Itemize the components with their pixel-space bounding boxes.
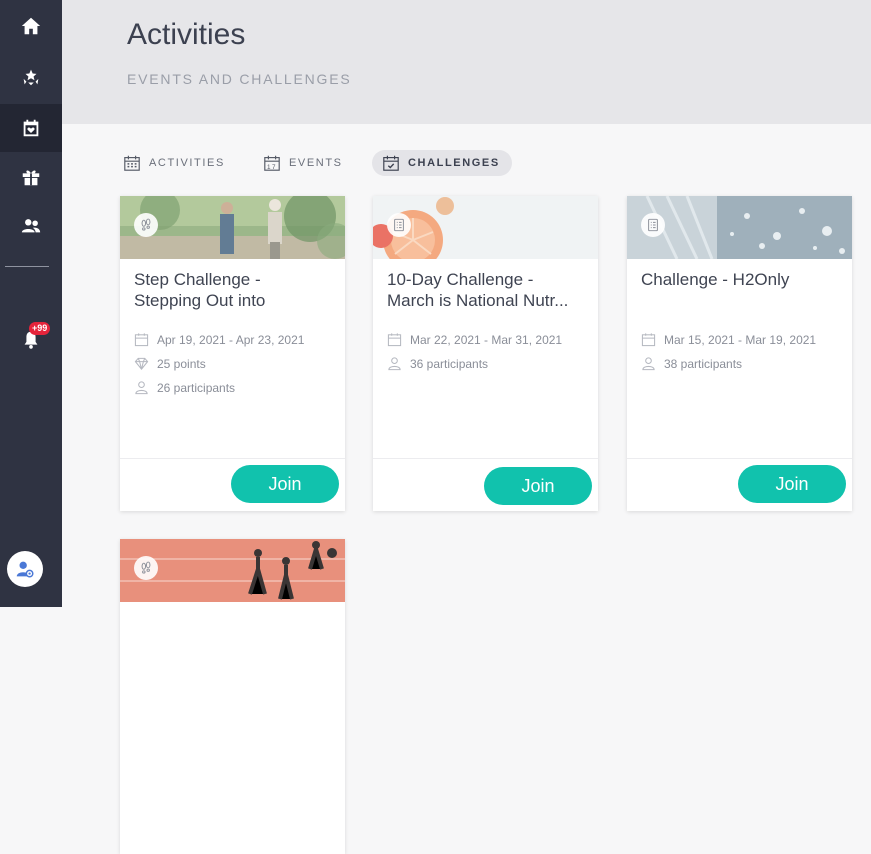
gift-icon <box>22 170 40 186</box>
tab-events-label: EVENTS <box>289 157 343 169</box>
page-title: Activities <box>127 18 246 51</box>
rewards-icon <box>23 69 39 86</box>
challenge-card[interactable] <box>120 539 345 854</box>
calendar-icon <box>387 333 402 347</box>
card-type-badge <box>134 556 158 580</box>
card-type-badge <box>387 213 411 237</box>
card-dates: Apr 19, 2021 - Apr 23, 2021 <box>134 332 304 347</box>
sidebar: +99 <box>0 0 62 607</box>
activities-icon <box>23 119 39 137</box>
footsteps-icon <box>141 218 151 231</box>
calendar-icon <box>641 333 656 347</box>
card-image <box>373 196 598 259</box>
join-button[interactable]: Join <box>231 465 339 503</box>
card-image <box>120 539 345 602</box>
card-participants: 38 participants <box>641 356 742 371</box>
challenge-card[interactable]: Challenge - H2Only Mar 15, 2021 - Mar 19… <box>627 196 852 511</box>
notification-badge: +99 <box>29 322 51 335</box>
sidebar-divider <box>5 266 49 267</box>
tab-events[interactable]: 17 EVENTS <box>263 150 343 176</box>
user-settings-icon <box>16 561 34 578</box>
person-icon <box>388 357 401 371</box>
card-image <box>627 196 852 259</box>
diamond-icon <box>134 357 149 370</box>
join-button[interactable]: Join <box>738 465 846 503</box>
tab-activities[interactable]: ACTIVITIES <box>123 150 225 176</box>
calendar-17-icon: 17 <box>264 155 280 171</box>
challenge-card[interactable]: 10-Day Challenge - March is National Nut… <box>373 196 598 511</box>
sidebar-item-activities[interactable] <box>0 104 62 152</box>
person-icon <box>135 381 148 395</box>
checklist-icon <box>394 218 404 232</box>
join-button[interactable]: Join <box>484 467 592 505</box>
tab-activities-label: ACTIVITIES <box>149 157 225 169</box>
card-divider <box>120 458 345 459</box>
card-dates: Mar 15, 2021 - Mar 19, 2021 <box>641 332 816 347</box>
card-dates: Mar 22, 2021 - Mar 31, 2021 <box>387 332 562 347</box>
card-divider <box>627 458 852 459</box>
calendar-icon <box>134 333 149 347</box>
card-participants: 36 participants <box>387 356 488 371</box>
calendar-check-icon <box>383 155 399 171</box>
card-title: 10-Day Challenge - March is National Nut… <box>387 270 569 310</box>
challenge-card[interactable]: Step Challenge - Stepping Out into Apr 1… <box>120 196 345 511</box>
sidebar-item-gifts[interactable] <box>0 153 62 201</box>
avatar[interactable] <box>7 551 43 587</box>
card-title: Challenge - H2Only <box>641 270 790 289</box>
page-subtitle: EVENTS AND CHALLENGES <box>127 71 352 87</box>
sidebar-item-people[interactable] <box>0 202 62 250</box>
card-type-badge <box>134 213 158 237</box>
checklist-icon <box>648 218 658 232</box>
svg-text:17: 17 <box>267 164 277 171</box>
footsteps-icon <box>141 561 151 574</box>
sidebar-item-home[interactable] <box>0 2 62 50</box>
tab-challenges[interactable]: CHALLENGES <box>372 150 512 176</box>
person-icon <box>642 357 655 371</box>
sidebar-item-rewards[interactable] <box>0 53 62 101</box>
calendar-grid-icon <box>124 155 140 171</box>
card-title: Step Challenge - Stepping Out into <box>134 270 266 310</box>
card-divider <box>373 458 598 459</box>
card-image <box>120 196 345 259</box>
card-participants: 26 participants <box>134 380 235 395</box>
people-icon <box>21 219 41 233</box>
tab-challenges-label: CHALLENGES <box>408 157 500 169</box>
home-icon <box>21 17 41 35</box>
page-header: Activities EVENTS AND CHALLENGES <box>62 0 871 124</box>
card-type-badge <box>641 213 665 237</box>
card-points: 25 points <box>134 356 206 371</box>
